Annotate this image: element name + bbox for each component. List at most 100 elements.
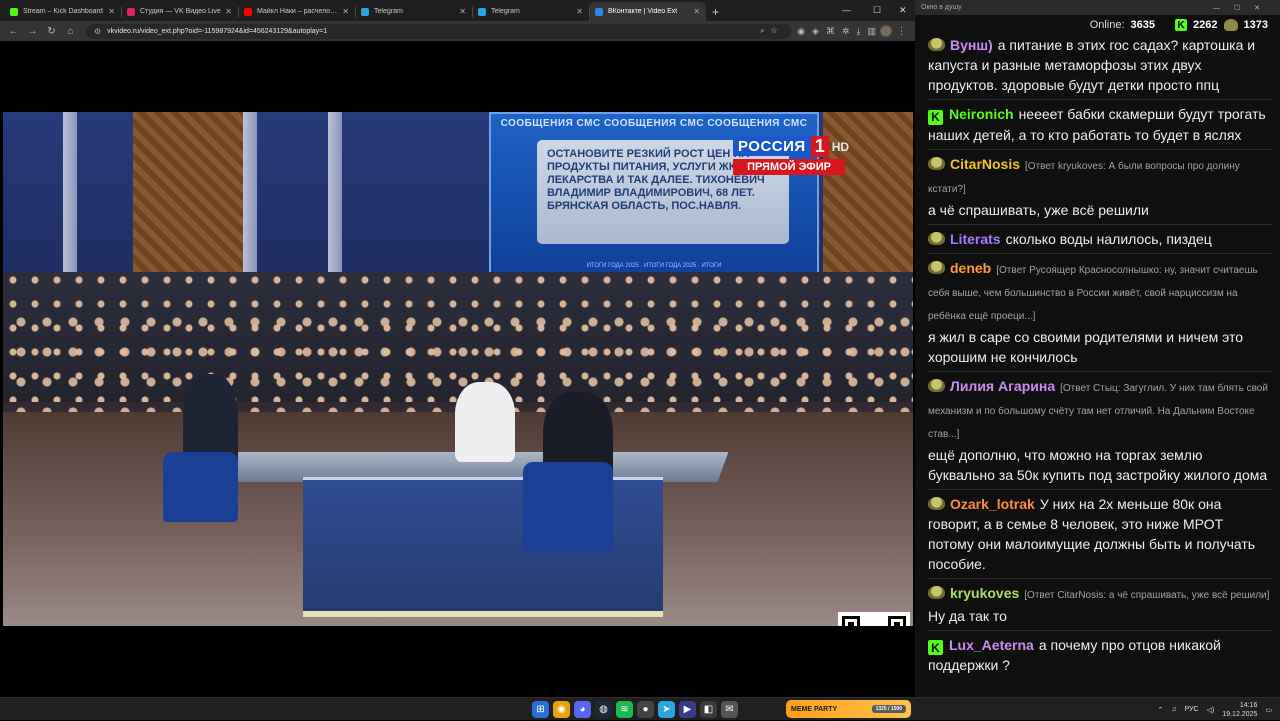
qr-eye xyxy=(842,616,860,626)
chat-window-controls[interactable]: —☐✕ xyxy=(1213,4,1274,12)
chat-username[interactable]: Ozark_lotrak xyxy=(950,496,1035,512)
extension-icon[interactable]: ◈ xyxy=(812,26,819,37)
extension-icon[interactable]: ⌘ xyxy=(826,26,835,37)
chat-message-text: а чё спрашивать, уже всё решили xyxy=(928,201,1149,218)
tab-favicon-icon xyxy=(10,7,18,16)
chat-message: Literats сколько воды налилось, пиздец xyxy=(928,223,1272,253)
lang-indicator[interactable]: РУС xyxy=(1185,706,1199,713)
maximize-button[interactable]: ☐ xyxy=(873,2,881,18)
extension-icon[interactable]: ◉ xyxy=(797,26,805,37)
zoom-and-bookmark-icons[interactable]: ⌕☆ xyxy=(760,26,783,36)
chat-username[interactable]: kryukoves xyxy=(950,585,1019,601)
clock-date: 19.12.2025 xyxy=(1222,710,1258,718)
vk-chat-app-icon[interactable]: ✉ xyxy=(721,701,738,718)
chat-messages[interactable]: Вунш) а питание в этих гос садах? картошк… xyxy=(915,35,1280,679)
clock[interactable]: 14:16 19.12.2025 xyxy=(1222,701,1257,719)
chat-username[interactable]: deneb xyxy=(950,260,991,276)
discord-icon[interactable]: ◕ xyxy=(574,701,591,718)
browser-tab[interactable]: Telegram ✕ xyxy=(472,2,589,21)
spotify-icon[interactable]: ≋ xyxy=(616,701,633,718)
volume-icon[interactable]: ◁) xyxy=(1207,706,1215,714)
extensions-puzzle-icon[interactable]: ✲ xyxy=(842,26,850,37)
new-tab-button[interactable]: + xyxy=(706,2,725,21)
tab-close-icon[interactable]: ✕ xyxy=(689,7,700,16)
notifications-icon[interactable]: ▭ xyxy=(1265,706,1272,714)
qr-eye xyxy=(888,616,906,626)
chat-username[interactable]: CitarNosis xyxy=(950,156,1020,172)
browser-tab[interactable]: Stream – Kick Dashboard ✕ xyxy=(4,2,121,21)
live-label: ПРЯМОЙ ЭФИР xyxy=(733,159,845,175)
media-player-icon[interactable]: ▶ xyxy=(679,701,696,718)
tab-close-icon[interactable]: ✕ xyxy=(104,7,115,16)
chat-message: CitarNosis [Ответ kryukoves: А были вопро… xyxy=(928,148,1272,224)
vk-badge-icon xyxy=(928,378,945,392)
browser-toolbar: ← → ↻ ⌂ ⚙ vkvideo.ru/video_ext.php?oid=-… xyxy=(0,21,915,41)
tab-close-icon[interactable]: ✕ xyxy=(338,7,349,16)
tab-favicon-icon xyxy=(478,7,486,16)
chat-username[interactable]: Лилия Агарина xyxy=(950,378,1055,394)
back-button[interactable]: ← xyxy=(4,26,23,37)
chat-window-title: Окно в душу xyxy=(921,4,962,11)
taskbar-apps: ⊞ ◉ ◕ ◍ ≋ ● ➤ ▶ ◧ ✉ xyxy=(532,701,738,718)
forward-button[interactable]: → xyxy=(23,26,42,37)
download-icon[interactable]: ⤓ xyxy=(857,26,861,37)
site-info-icon[interactable]: ⚙ xyxy=(94,27,101,36)
menu-icon[interactable]: ⋮ xyxy=(892,26,911,37)
tab-favicon-icon xyxy=(361,7,369,16)
chat-message: Вунш) а питание в этих гос садах? картошк… xyxy=(928,35,1272,99)
address-bar[interactable]: ⚙ vkvideo.ru/video_ext.php?oid=-11598792… xyxy=(86,23,792,39)
browser-tab[interactable]: Telegram ✕ xyxy=(355,2,472,21)
start-icon[interactable]: ⊞ xyxy=(532,701,549,718)
tab-favicon-icon xyxy=(244,7,252,16)
chat-reply-quote: [Ответ CitarNosis: а чё спрашивать, уже … xyxy=(1024,589,1270,601)
chat-message: deneb [Ответ Русоящер Красносолнышко: ну,… xyxy=(928,252,1272,371)
tab-favicon-icon xyxy=(595,7,603,16)
meme-party-widget[interactable]: MEME PARTY 1325 / 1500 xyxy=(786,700,911,718)
chat-username[interactable]: Literats xyxy=(950,231,1001,247)
chat-message: Ozark_lotrak У них на 2х меньше 80к она г… xyxy=(928,488,1272,578)
chat-username[interactable]: Neironich xyxy=(949,106,1014,122)
sms-banner: СООБЩЕНИЯ СМС СООБЩЕНИЯ СМС СООБЩЕНИЯ СМ… xyxy=(500,118,808,129)
app-icon[interactable]: ◧ xyxy=(700,701,717,718)
browser-window: Stream – Kick Dashboard ✕ Студия — VK Виде… xyxy=(0,0,915,697)
channel-name: РОССИЯ xyxy=(733,137,811,156)
tray-chevron-icon[interactable]: ⌃ xyxy=(1157,706,1163,714)
tab-close-icon[interactable]: ✕ xyxy=(455,7,466,16)
qr-code[interactable] xyxy=(838,612,910,626)
video-player[interactable]: СООБЩЕНИЯ СМС СООБЩЕНИЯ СМС СООБЩЕНИЯ СМ… xyxy=(3,112,913,626)
chair xyxy=(523,462,613,552)
years-strip: ИТОГИ ГОДА 2025 · ИТОГИ ГОДА 2025 · ИТОГ… xyxy=(586,263,722,269)
obs-icon[interactable]: ● xyxy=(637,701,654,718)
tab-label: ВКонтакте | Video Ext xyxy=(608,8,678,15)
tab-close-icon[interactable]: ✕ xyxy=(572,7,583,16)
telegram-icon[interactable]: ➤ xyxy=(658,701,675,718)
browser-tab[interactable]: Студия — VK Видео Live ✕ xyxy=(121,2,238,21)
chat-username[interactable]: Вунш) xyxy=(950,37,993,53)
mic-icon[interactable]: ♫ xyxy=(1171,706,1176,713)
steam-icon[interactable]: ◍ xyxy=(595,701,612,718)
sidepanel-icon[interactable]: ▥ xyxy=(867,26,876,37)
home-icon[interactable]: ⌂ xyxy=(61,26,80,37)
profile-avatar[interactable] xyxy=(880,25,892,37)
tab-close-icon[interactable]: ✕ xyxy=(221,7,232,16)
vk-icon xyxy=(1223,19,1238,31)
host-woman xyxy=(455,382,515,462)
chat-message-text: сколько воды налилось, пиздец xyxy=(1005,230,1212,247)
browser-tab[interactable]: Майкл Наки – расчеловечивание✕ xyxy=(238,2,355,21)
taskbar: ⊞ ◉ ◕ ◍ ≋ ● ➤ ▶ ◧ ✉ MEME PARTY 1325 / 15… xyxy=(0,697,1280,720)
channel-number: 1 xyxy=(810,136,829,157)
chat-username[interactable]: Lux_Aeterna xyxy=(949,637,1034,653)
browser-tab[interactable]: ВКонтакте | Video Ext ✕ xyxy=(589,2,706,21)
reload-button[interactable]: ↻ xyxy=(42,26,61,37)
vk-badge-icon xyxy=(928,38,945,51)
clock-time: 14:16 xyxy=(1239,701,1258,709)
close-window-button[interactable]: ✕ xyxy=(899,2,907,18)
channel-logo: РОССИЯ 1 HD ПРЯМОЙ ЭФИР xyxy=(733,136,849,175)
kick-badge-icon: K xyxy=(928,109,943,125)
chrome-icon[interactable]: ◉ xyxy=(553,701,570,718)
chat-stats: Online: 3635 K 2262 1373 xyxy=(915,15,1280,35)
kick-viewer-count: 2262 xyxy=(1193,19,1218,31)
minimize-button[interactable]: — xyxy=(842,2,851,18)
chat-titlebar: Окно в душу —☐✕ xyxy=(915,0,1280,15)
chat-window: Окно в душу —☐✕ Online: 3635 K 2262 1373… xyxy=(915,0,1280,697)
